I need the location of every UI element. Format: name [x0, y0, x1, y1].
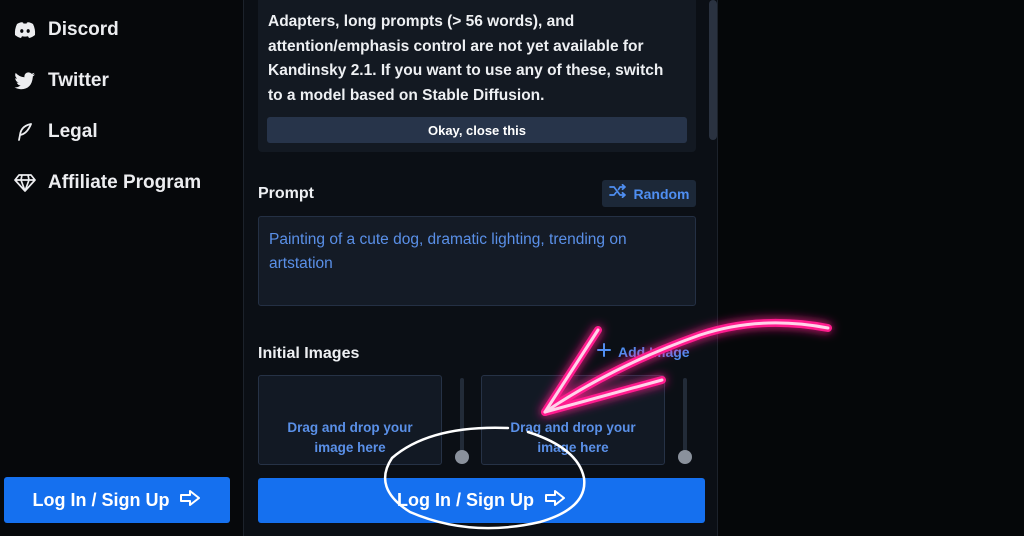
notice-line: Adapters, long prompts (> 56 words), and: [268, 13, 575, 30]
initial-images-title: Initial Images: [258, 345, 360, 362]
add-image-label: Add Image: [618, 344, 690, 360]
shuffle-icon: [608, 183, 627, 203]
image-dropzone[interactable]: Drag and drop your image here: [481, 375, 665, 465]
feather-icon: [14, 121, 36, 143]
notice-close-button[interactable]: Okay, close this: [267, 117, 687, 143]
notice-text: Adapters, long prompts (> 56 words), and…: [268, 10, 688, 108]
panel-scrollbar[interactable]: [709, 0, 717, 140]
sidebar-item-affiliate[interactable]: Affiliate Program: [14, 167, 201, 199]
slider-knob[interactable]: [455, 450, 469, 464]
image-strength-slider[interactable]: [683, 378, 687, 458]
sidebar-item-label: Twitter: [48, 70, 109, 91]
main-login-label: Log In / Sign Up: [397, 490, 534, 510]
slider-knob[interactable]: [678, 450, 692, 464]
discord-icon: [14, 19, 36, 41]
sidebar-item-label: Affiliate Program: [48, 172, 202, 193]
random-prompt-button[interactable]: Random: [602, 180, 696, 207]
sidebar-item-label: Discord: [48, 19, 119, 40]
dropzone-label: Drag and drop your image here: [510, 420, 636, 455]
sidebar-login-label: Log In / Sign Up: [32, 489, 170, 510]
sidebar: Discord Twitter Legal Affiliate Program …: [0, 0, 244, 536]
add-image-button[interactable]: Add Image: [596, 340, 690, 364]
sidebar-item-label: Legal: [48, 121, 98, 142]
sidebar-item-legal[interactable]: Legal: [14, 116, 98, 148]
prompt-title: Prompt: [258, 185, 314, 202]
arrow-right-icon: [544, 490, 566, 511]
sidebar-item-twitter[interactable]: Twitter: [14, 65, 109, 97]
main-login-button[interactable]: Log In / Sign Up: [258, 478, 705, 523]
prompt-input[interactable]: Painting of a cute dog, dramatic lightin…: [258, 216, 696, 306]
notice-line: Kandinsky 2.1. If you want to use any of…: [268, 62, 664, 79]
notice-line: attention/emphasis control are not yet a…: [268, 37, 644, 55]
notice-line: to a model based on Stable Diffusion.: [268, 86, 545, 104]
image-strength-slider[interactable]: [460, 378, 464, 458]
random-label: Random: [633, 185, 690, 202]
diamond-icon: [14, 172, 36, 194]
plus-icon: [596, 342, 612, 363]
arrow-right-icon: [179, 489, 201, 511]
sidebar-login-button[interactable]: Log In / Sign Up: [4, 477, 230, 523]
dropzone-label: Drag and drop your image here: [287, 420, 413, 455]
image-dropzone[interactable]: Drag and drop your image here: [258, 375, 442, 465]
twitter-icon: [14, 70, 36, 92]
sidebar-item-discord[interactable]: Discord: [14, 14, 119, 46]
